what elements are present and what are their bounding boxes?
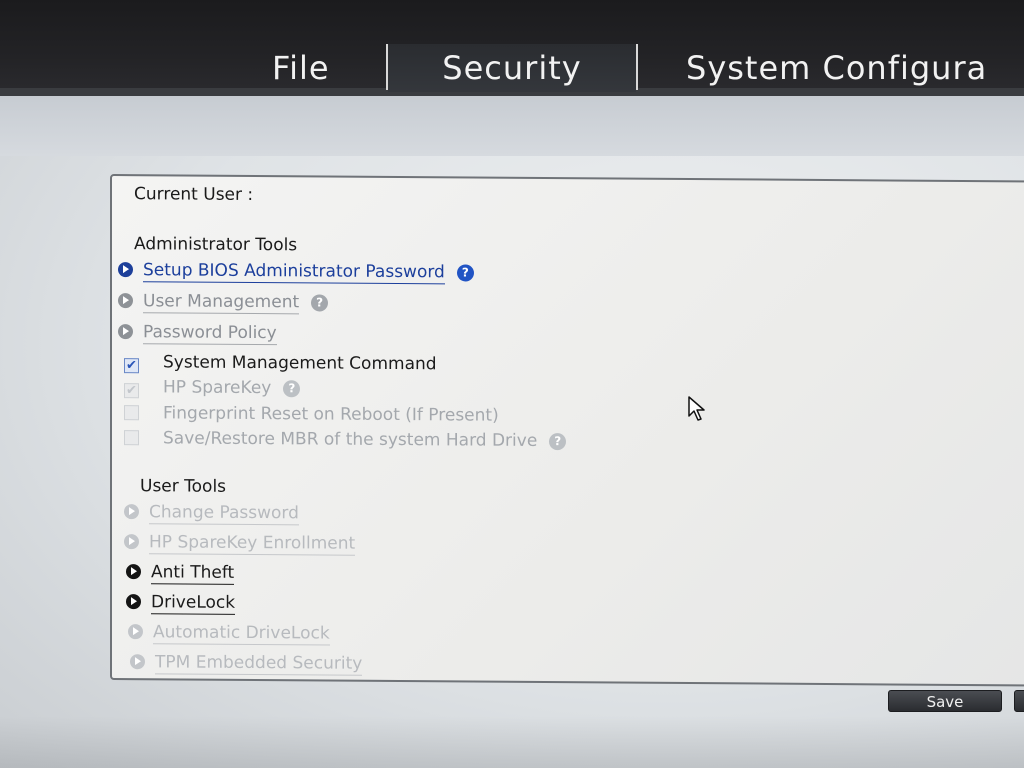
tab-system-configuration[interactable]: System Configura [686, 44, 1024, 92]
link-anti-theft[interactable]: Anti Theft [126, 562, 235, 585]
arrow-bullet-icon [128, 624, 143, 640]
link-label: Change Password [149, 502, 299, 526]
checkbox [124, 405, 139, 421]
link-hp-sparekey-enrollment: HP SpareKey Enrollment [124, 532, 356, 556]
bottom-shade [0, 716, 1024, 768]
help-icon[interactable]: ? [311, 294, 329, 312]
help-icon[interactable]: ? [549, 433, 567, 451]
security-panel: Current User : Administrator Tools Setup… [110, 174, 1024, 687]
link-tpm-embedded-security: TPM Embedded Security [130, 652, 363, 676]
help-icon[interactable]: ? [456, 264, 474, 282]
tab-file[interactable]: File [272, 44, 330, 92]
link-label[interactable]: Setup BIOS Administrator Password [143, 260, 445, 285]
arrow-bullet-icon [124, 504, 139, 520]
tab-security[interactable]: Security [388, 44, 636, 92]
arrow-bullet-icon [126, 594, 141, 610]
current-user-label: Current User : [134, 184, 254, 205]
arrow-bullet-icon [118, 293, 133, 309]
checkbox [124, 430, 139, 446]
link-setup-bios-admin-password[interactable]: Setup BIOS Administrator Password? [118, 260, 474, 285]
link-password-policy[interactable]: Password Policy [118, 322, 277, 346]
checkbox-label: System Management Command [163, 352, 437, 375]
help-icon[interactable]: ? [283, 380, 301, 398]
checkbox-row-save-restore-mbr: Save/Restore MBR of the system Hard Driv… [124, 428, 567, 451]
arrow-bullet-icon [118, 324, 133, 340]
arrow-bullet-icon [126, 564, 141, 580]
link-label[interactable]: User Management [143, 291, 300, 315]
link-label[interactable]: Password Policy [143, 322, 277, 346]
save-button[interactable]: Save [888, 690, 1002, 712]
link-label[interactable]: DriveLock [151, 592, 236, 615]
link-user-management[interactable]: User Management? [118, 291, 329, 315]
checkbox-row-fingerprint-reset: Fingerprint Reset on Reboot (If Present) [124, 403, 499, 426]
checkbox-label: HP SpareKey [163, 377, 272, 399]
link-label: TPM Embedded Security [155, 652, 363, 676]
link-label[interactable]: Anti Theft [151, 562, 235, 585]
link-label: HP SpareKey Enrollment [149, 532, 356, 556]
link-automatic-drivelock: Automatic DriveLock [128, 622, 330, 646]
partial-button[interactable] [1014, 690, 1024, 712]
checkbox: ✔ [124, 383, 139, 399]
arrow-bullet-icon [130, 654, 145, 670]
checkbox[interactable]: ✔ [124, 358, 139, 374]
checkbox-row-hp-sparekey: ✔ HP SpareKey? [124, 377, 301, 399]
menu-separator [636, 44, 638, 90]
mouse-pointer-icon [688, 396, 705, 421]
user-tools-heading: User Tools [140, 476, 227, 497]
checkbox-row-system-management-command[interactable]: ✔ System Management Command [124, 352, 437, 375]
arrow-bullet-icon [118, 262, 133, 278]
arrow-bullet-icon [124, 534, 139, 550]
link-label: Automatic DriveLock [153, 622, 330, 646]
admin-tools-heading: Administrator Tools [134, 234, 298, 256]
top-menubar: File Security System Configura [0, 0, 1024, 96]
link-change-password: Change Password [124, 502, 299, 526]
link-drivelock[interactable]: DriveLock [126, 592, 236, 615]
checkbox-label: Save/Restore MBR of the system Hard Driv… [163, 428, 538, 451]
header-band [0, 96, 1024, 156]
checkbox-label: Fingerprint Reset on Reboot (If Present) [163, 403, 499, 426]
